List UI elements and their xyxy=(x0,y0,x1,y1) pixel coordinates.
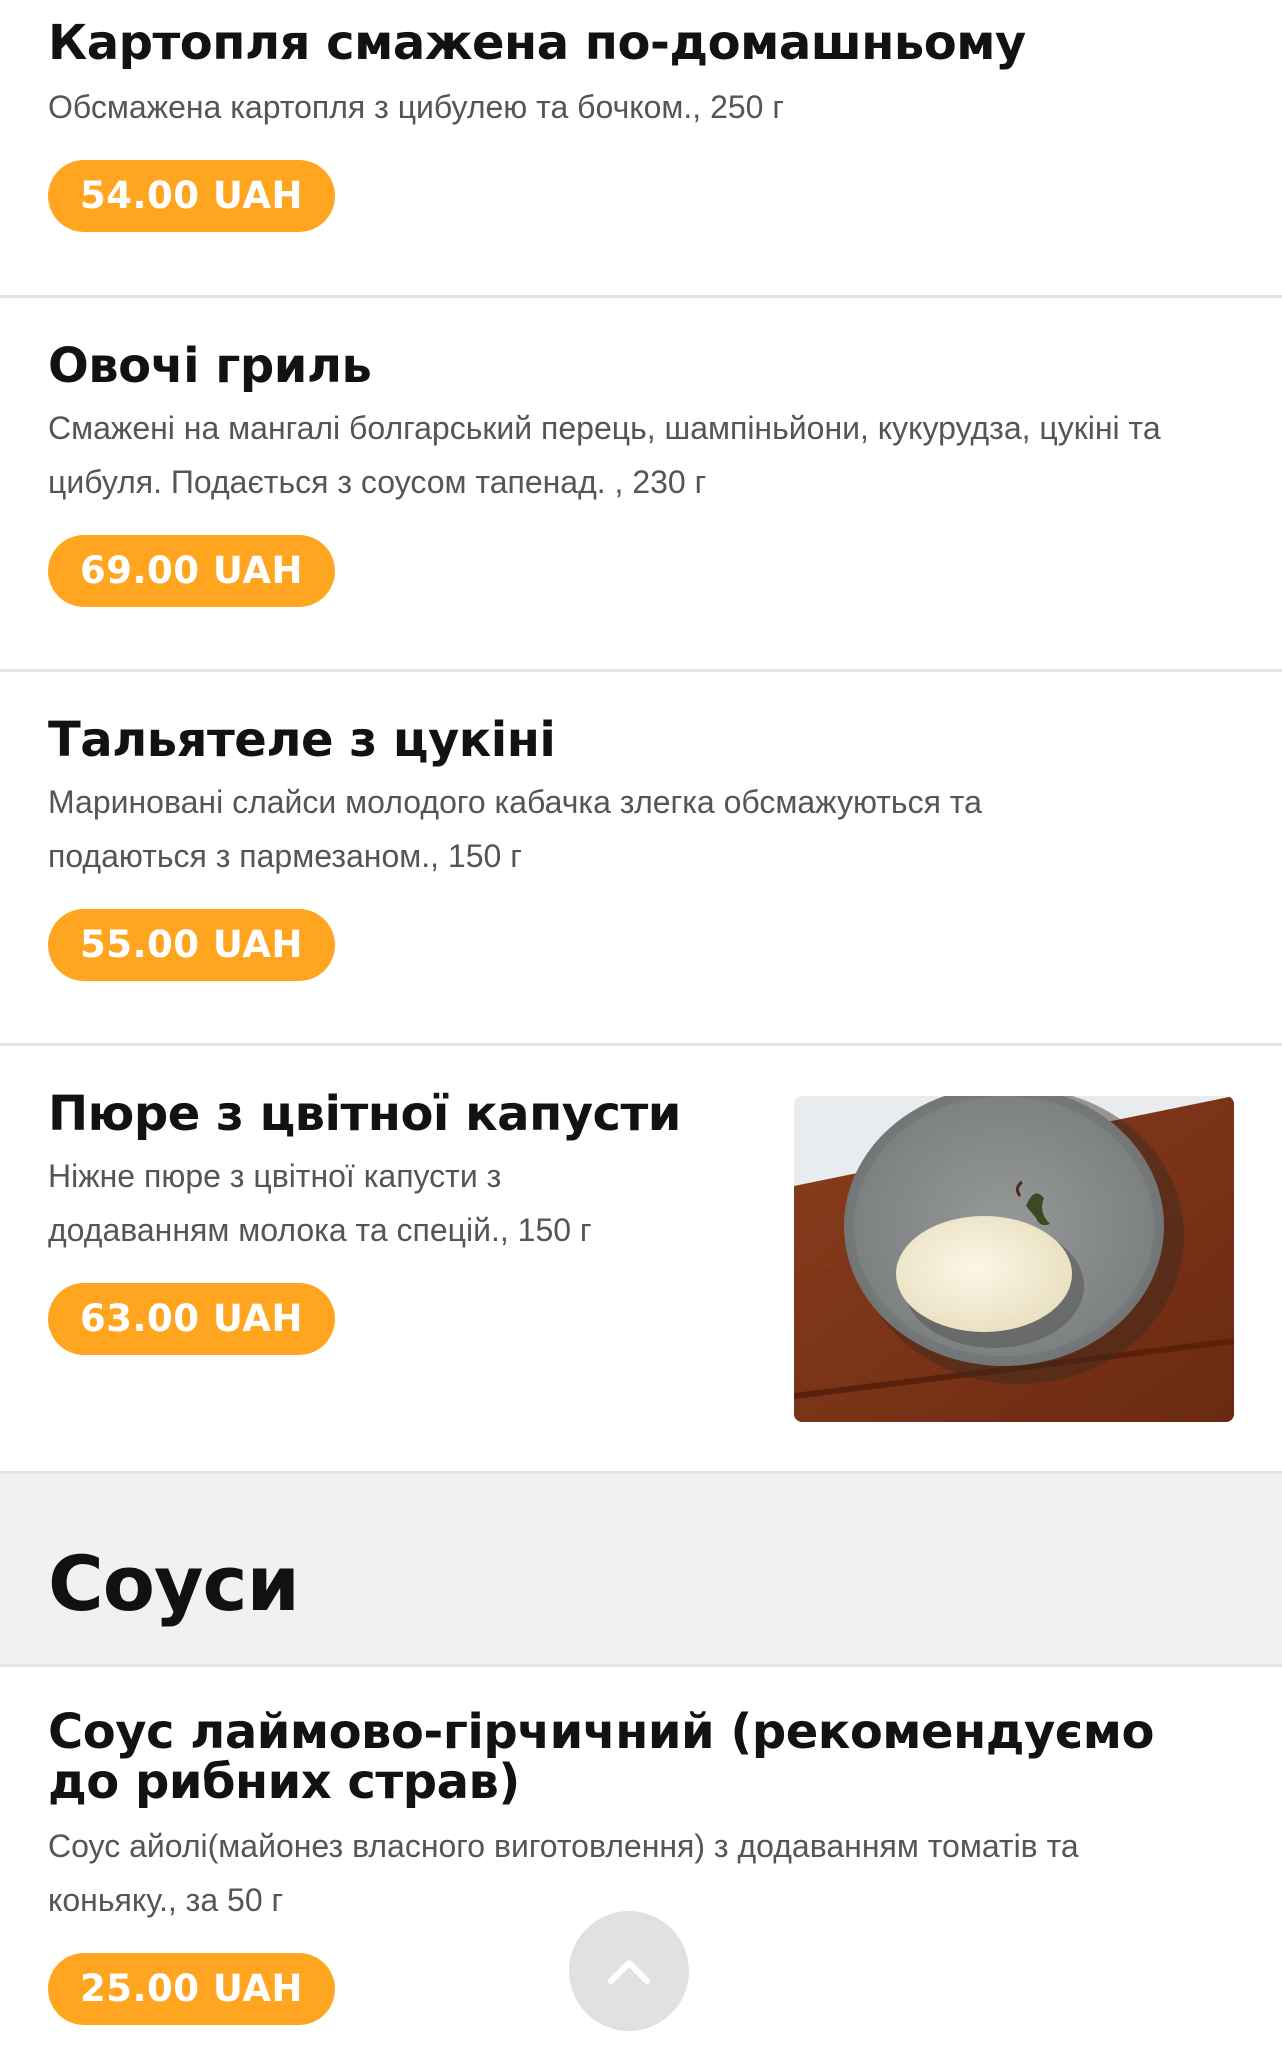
item-title: Тальятеле з цукіні xyxy=(48,712,556,768)
item-title: Овочі гриль xyxy=(48,338,372,394)
item-title: Картопля смажена по-домашньому xyxy=(48,15,1026,71)
dish-photo[interactable] xyxy=(794,1096,1234,1422)
item-description: Соус айолі(майонез власного виготовлення… xyxy=(48,1828,1079,1918)
item-description: Ніжне пюре з цвітної капусти з додавання… xyxy=(48,1158,592,1248)
section-header: Соуси xyxy=(0,1474,1282,1667)
price-badge[interactable]: 63.00 UAH xyxy=(48,1283,335,1355)
chevron-up-icon xyxy=(608,1960,650,1984)
item-description: Смажені на мангалі болгарський перець, ш… xyxy=(48,410,1161,500)
item-title: Соус лаймово-гірчичний (рекомендуємо до … xyxy=(48,1704,1154,1810)
section-title: Соуси xyxy=(48,1539,300,1628)
item-description: Мариновані слайси молодого кабачка злегк… xyxy=(48,784,982,874)
item-description: Обсмажена картопля з цибулею та бочком.,… xyxy=(48,89,785,125)
menu-item[interactable]: Тальятеле з цукіні Мариновані слайси мол… xyxy=(0,672,1282,1046)
price-badge[interactable]: 54.00 UAH xyxy=(48,160,335,232)
price-badge[interactable]: 69.00 UAH xyxy=(48,535,335,607)
dish-photo-illustration xyxy=(794,1096,1234,1422)
price-badge[interactable]: 55.00 UAH xyxy=(48,909,335,981)
menu-item[interactable]: Овочі гриль Смажені на мангалі болгарськ… xyxy=(0,298,1282,672)
menu-item[interactable]: Пюре з цвітної капусти Ніжне пюре з цвіт… xyxy=(0,1046,1282,1474)
menu-item[interactable]: Картопля смажена по-домашньому Обсмажена… xyxy=(0,0,1282,298)
price-badge[interactable]: 25.00 UAH xyxy=(48,1953,335,2025)
scroll-to-top-button[interactable] xyxy=(569,1911,689,2031)
